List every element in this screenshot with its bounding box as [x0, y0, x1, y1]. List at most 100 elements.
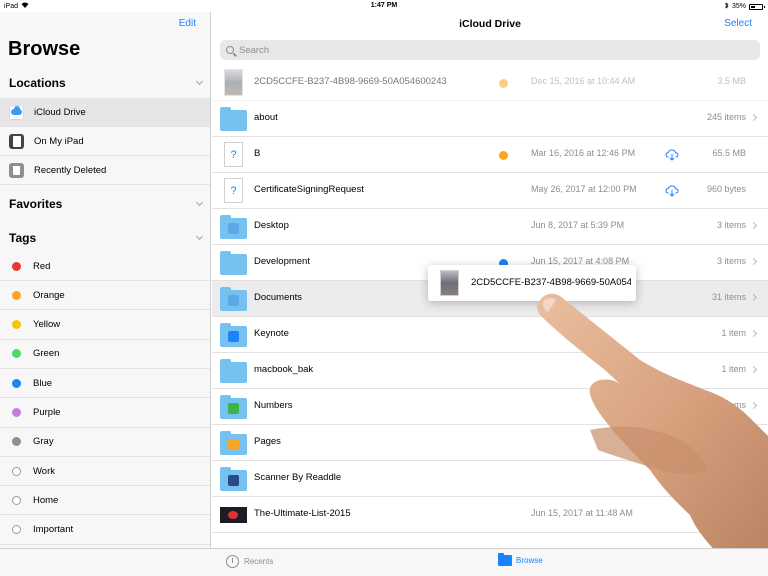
chevron-right-icon [749, 401, 758, 410]
sidebar-tag-work[interactable]: Work [0, 457, 210, 487]
sidebar-tag-yellow[interactable]: Yellow [0, 311, 210, 340]
sidebar-tag-blue[interactable]: Blue [0, 369, 210, 399]
file-row[interactable]: ? B Mar 16, 2016 at 12:46 PM 65.5 MB [212, 137, 768, 173]
search-icon [226, 46, 234, 54]
file-row[interactable]: The-Ultimate-List-2015 Jun 15, 2017 at 11… [212, 497, 768, 533]
sidebar-item-label: On My iPad [34, 135, 84, 147]
tag-dot-icon [12, 495, 21, 505]
tags-heading[interactable]: Tags [9, 231, 36, 245]
file-size: 1 item [721, 328, 746, 338]
sidebar-tag-important[interactable]: Important [0, 516, 210, 545]
tag-label: Work [33, 465, 55, 477]
tab-bar: Recents Browse [0, 548, 768, 576]
tag-label: Green [33, 348, 60, 360]
sidebar: Edit Browse Locations iCloud Drive On My… [0, 12, 211, 548]
file-name: B [254, 148, 261, 159]
favorites-chevron-down-icon[interactable] [195, 198, 204, 207]
sidebar-item-on-my-ipad[interactable]: On My iPad [0, 127, 210, 156]
file-size: 960 bytes [706, 184, 746, 194]
file-name: CertificateSigningRequest [254, 184, 364, 195]
sidebar-item-recently-deleted[interactable]: Recently Deleted [0, 156, 210, 185]
file-size: items [724, 400, 746, 410]
folder-icon [220, 107, 247, 131]
tab-recents[interactable]: Recents [226, 555, 273, 568]
chevron-right-icon [749, 293, 758, 302]
search-input[interactable] [239, 44, 639, 56]
file-size: 1 item [721, 364, 746, 374]
file-name: Pages [254, 436, 281, 447]
cloud-download-icon[interactable] [665, 148, 679, 162]
file-size: 68 [735, 508, 746, 518]
file-date: May 26, 2017 at 12:00 PM [531, 184, 637, 194]
favorites-heading[interactable]: Favorites [9, 197, 62, 211]
status-bar: iPad 1:47 PM 35% [0, 0, 768, 12]
tag-dot-icon [12, 261, 21, 271]
battery-icon [749, 3, 765, 10]
tags-chevron-down-icon[interactable] [195, 232, 204, 241]
file-size: 3 items [716, 220, 746, 230]
tag-label: Important [33, 524, 74, 536]
folder-icon [220, 215, 247, 239]
edit-button[interactable]: Edit [179, 18, 196, 29]
folder-icon [220, 323, 247, 347]
cloud-download-icon[interactable] [665, 184, 679, 198]
locations-chevron-down-icon[interactable] [195, 77, 204, 86]
status-time: 1:47 PM [370, 2, 398, 9]
tag-dot-icon [12, 378, 21, 388]
folder-icon [220, 431, 247, 455]
sidebar-tag-home[interactable]: Home [0, 486, 210, 516]
tab-browse[interactable]: Browse [498, 553, 543, 566]
file-row[interactable]: Pages [212, 425, 768, 461]
tab-label: Recents [244, 557, 274, 566]
folder-icon [220, 287, 247, 311]
file-row[interactable]: macbook_bak 1 item [212, 353, 768, 389]
tag-dot-icon [12, 320, 21, 330]
search-bar[interactable] [220, 40, 760, 60]
file-size: 3.5 MB [717, 76, 746, 86]
sidebar-tag-green[interactable]: Green [0, 340, 210, 369]
sidebar-item-icloud-drive[interactable]: iCloud Drive [0, 98, 210, 127]
file-name: Development [254, 256, 310, 267]
bluetooth-icon [724, 2, 729, 11]
unknown-document-icon: ? [224, 178, 243, 203]
file-row[interactable]: about 245 items [212, 101, 768, 137]
folder-icon [498, 553, 512, 566]
file-row[interactable]: 2CD5CCFE-B237-4B98-9669-50A054600243 Dec … [212, 65, 768, 101]
chevron-right-icon [749, 437, 758, 446]
drag-preview-name: 2CD5CCFE-B237-4B98-9669-50A054600243 [471, 277, 631, 288]
file-size: 3 items [716, 256, 746, 266]
tag-label: Yellow [33, 319, 61, 331]
folder-icon [220, 467, 247, 491]
chevron-right-icon [749, 473, 758, 482]
sidebar-tag-orange[interactable]: Orange [0, 281, 210, 311]
tag-label: Home [33, 494, 59, 506]
file-row[interactable]: Keynote 1 item [212, 317, 768, 353]
file-name: about [254, 112, 278, 123]
icloud-icon [9, 104, 24, 120]
tag-label: Gray [33, 436, 54, 448]
file-row[interactable]: Numbers items [212, 389, 768, 425]
file-row[interactable]: Scanner By Readdle [212, 461, 768, 497]
chevron-right-icon [749, 113, 758, 122]
file-name: Scanner By Readdle [254, 472, 342, 483]
select-button[interactable]: Select [724, 18, 752, 29]
file-name: 2CD5CCFE-B237-4B98-9669-50A054600243 [254, 76, 447, 87]
file-name: macbook_bak [254, 364, 314, 375]
sidebar-tag-gray[interactable]: Gray [0, 428, 210, 457]
file-name: The-Ultimate-List-2015 [254, 508, 351, 519]
sidebar-tag-purple[interactable]: Purple [0, 399, 210, 428]
file-row[interactable]: Desktop Jun 8, 2017 at 5:39 PM 3 items [212, 209, 768, 245]
chevron-right-icon [749, 221, 758, 230]
drag-preview[interactable]: 2CD5CCFE-B237-4B98-9669-50A054600243 [428, 265, 636, 301]
file-date: Jun 8, 2017 at 5:39 PM [531, 220, 625, 230]
folder-icon [220, 395, 247, 419]
clock-icon [226, 555, 239, 568]
tag-dot-icon [12, 466, 21, 476]
locations-heading[interactable]: Locations [9, 76, 66, 90]
file-name: Desktop [254, 220, 289, 231]
sidebar-tag-red[interactable]: Red [0, 252, 210, 281]
tag-dot-icon [12, 525, 21, 535]
file-row[interactable]: ? CertificateSigningRequest May 26, 2017 a… [212, 173, 768, 209]
tag-label: Red [33, 260, 51, 272]
battery-percent: 35% [731, 3, 746, 10]
